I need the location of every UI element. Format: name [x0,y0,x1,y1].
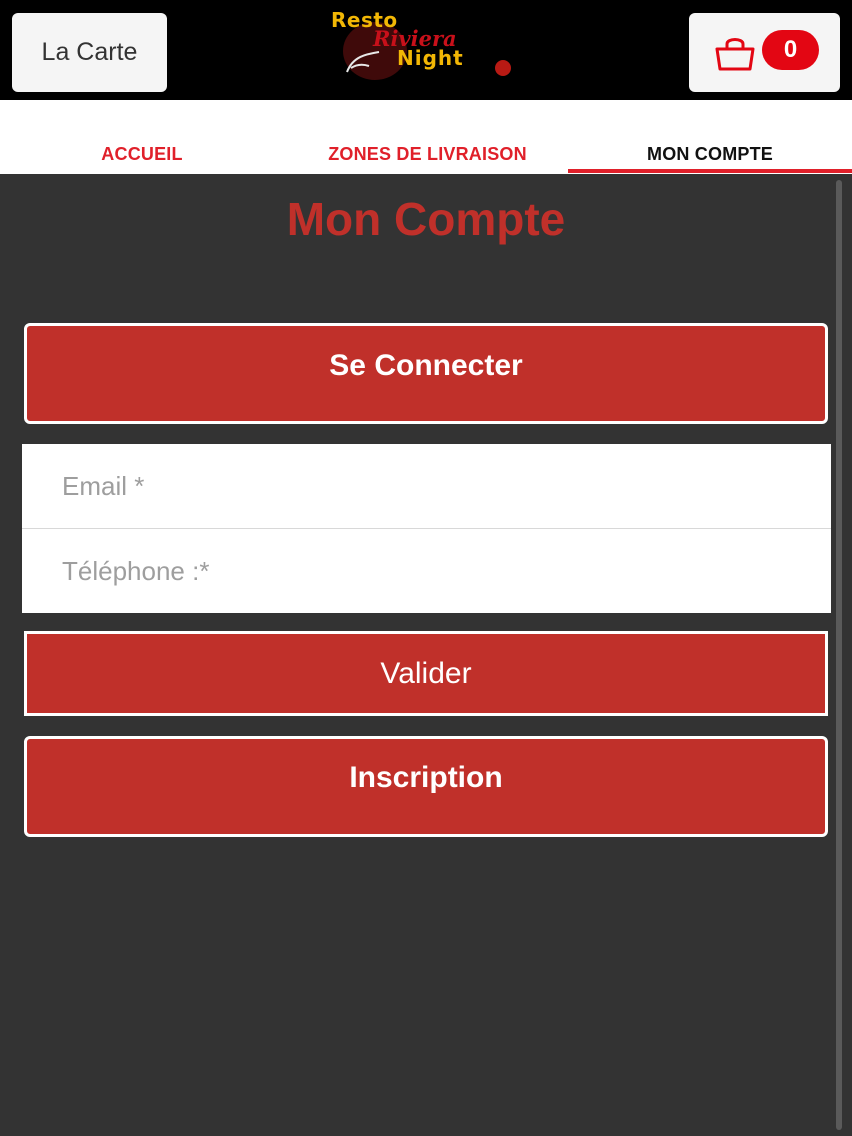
logo[interactable]: Resto Riviera Night [325,6,525,86]
login-form [22,444,831,613]
valider-button[interactable]: Valider [24,631,828,716]
logo-text-night: Night [397,46,464,70]
account-page: Mon Compte Se Connecter Valider Inscript… [0,174,852,1136]
cart-button[interactable]: 0 [689,13,840,92]
phone-field[interactable] [22,529,831,613]
email-field[interactable] [22,444,831,528]
active-tab-indicator [568,169,852,173]
scrollbar[interactable] [836,180,842,1130]
tab-mon-compte[interactable]: MON COMPTE [568,144,852,165]
inscription-button[interactable]: Inscription [24,736,828,837]
cart-count-badge: 0 [762,30,819,70]
tab-zones-de-livraison[interactable]: ZONES DE LIVRAISON [280,144,575,165]
tab-bar: ACCUEIL ZONES DE LIVRAISON MON COMPTE [0,100,852,174]
page-title: Mon Compte [286,193,566,245]
la-carte-button[interactable]: La Carte [12,13,167,92]
shopping-bag-icon [715,38,755,71]
top-bar: La Carte Resto Riviera Night 0 [0,0,852,100]
se-connecter-button[interactable]: Se Connecter [24,323,828,424]
tab-accueil[interactable]: ACCUEIL [62,144,222,165]
logo-rose-icon [495,60,511,76]
